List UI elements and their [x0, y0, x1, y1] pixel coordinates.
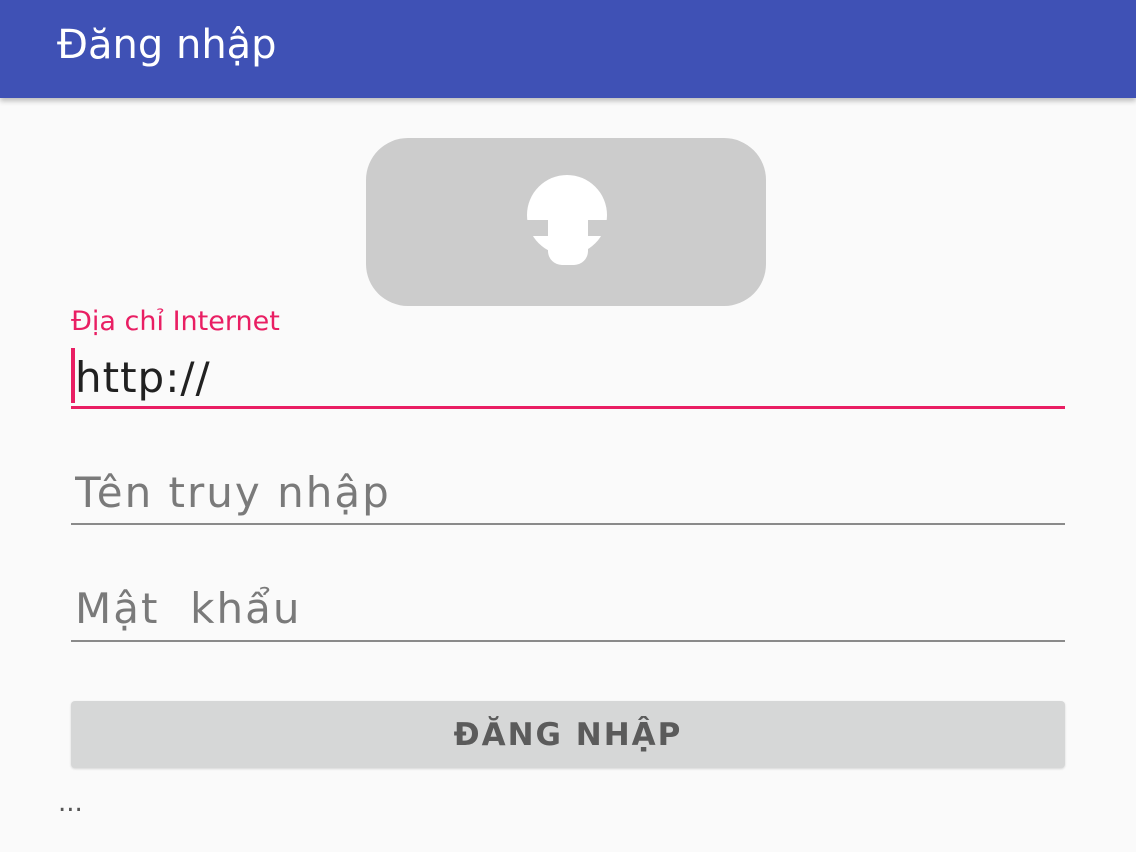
username-input[interactable]: [71, 464, 1069, 522]
username-field-underline: [71, 523, 1065, 525]
login-screen: Đăng nhập Địa chỉ Internet ĐĂNG NHẬP ...: [0, 0, 1136, 852]
password-field-underline: [71, 640, 1065, 642]
password-input[interactable]: [71, 580, 1069, 638]
url-field-underline: [71, 406, 1065, 409]
url-field-label: Địa chỉ Internet: [71, 306, 280, 337]
url-input[interactable]: [71, 350, 1069, 406]
keyhole-lock-icon: [366, 138, 766, 306]
login-button-label: ĐĂNG NHẬP: [453, 716, 683, 753]
keyhole-notch-left: [524, 220, 548, 236]
app-bar: Đăng nhập: [0, 0, 1136, 98]
keyhole-notch-right: [588, 220, 612, 236]
status-text: ...: [58, 788, 83, 818]
password-field-container: [71, 578, 1069, 646]
keyhole-stem: [548, 218, 588, 265]
username-field-container: [71, 462, 1069, 528]
app-title: Đăng nhập: [57, 22, 277, 68]
login-button[interactable]: ĐĂNG NHẬP: [71, 701, 1065, 768]
url-field-container: Địa chỉ Internet: [71, 306, 1069, 412]
